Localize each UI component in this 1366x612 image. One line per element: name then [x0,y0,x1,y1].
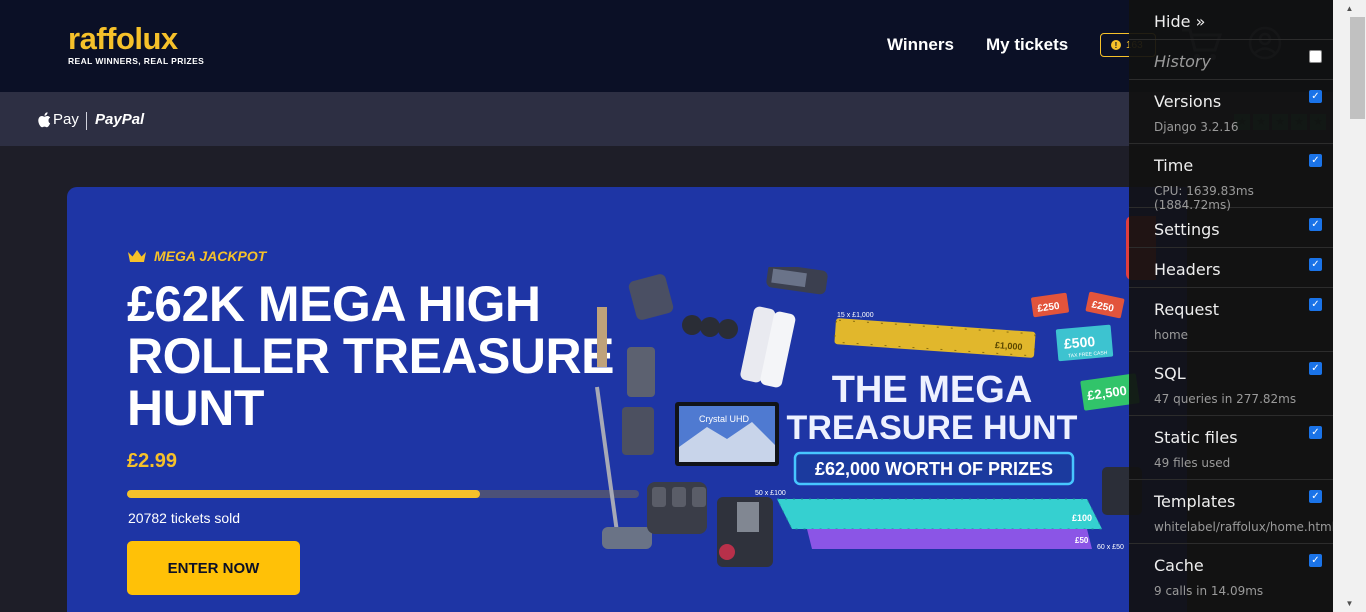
ticket-price: £2.99 [127,450,178,472]
payment-divider [86,112,87,130]
panel-toggle-checkbox[interactable]: ✓ [1309,218,1322,231]
label-15x1000: 15 x £1,000 [837,312,874,319]
debug-panel-title: Templates [1154,492,1236,511]
debug-panel-title: Static files [1154,428,1238,447]
ticket-stack-1000: £1,000 [834,318,1036,358]
debug-panel-headers[interactable]: Headers ✓ [1129,248,1333,288]
panel-toggle-checkbox[interactable]: ✓ [1309,554,1322,567]
debug-panel-subtitle: Django 3.2.16 [1154,120,1239,134]
debug-panel-versions[interactable]: Versions Django 3.2.16 ✓ [1129,80,1333,144]
competition-title: £62K MEGA HIGH ROLLER TREASURE HUNT [127,276,614,436]
nav-winners-link[interactable]: Winners [887,35,954,55]
ticket-stack-100: £100 [776,498,1103,530]
panel-toggle-checkbox[interactable]: ✓ [1309,258,1322,271]
enter-now-button[interactable]: ENTER NOW [127,541,300,595]
debug-panel-subtitle: 49 files used [1154,456,1231,470]
page-scrollbar[interactable]: ▲ ▼ [1333,0,1366,612]
debug-panel-settings[interactable]: Settings ✓ [1129,208,1333,248]
debug-panel-subtitle: 9 calls in 14.09ms [1154,584,1264,598]
tv-label: Crystal UHD [699,414,750,424]
debug-panel-subtitle: whitelabel/raffolux/home.html [1154,520,1336,534]
ticket-500: £500 TAX FREE CASH [1055,324,1114,362]
ticket-250a: £250 [1031,292,1069,318]
debug-panel-title: History [1154,52,1211,71]
debug-hide-button[interactable]: Hide » [1154,12,1205,31]
panel-toggle-checkbox[interactable]: ✓ [1309,426,1322,439]
ticket-stack-50: £50 [807,529,1092,549]
debug-panel-cache[interactable]: Cache 9 calls in 14.09ms ✓ [1129,544,1333,612]
debug-hide-row[interactable]: Hide » [1129,0,1333,40]
scroll-thumb[interactable] [1350,17,1365,119]
panel-toggle-checkbox[interactable] [1309,50,1322,63]
debug-panel-subtitle: 47 queries in 277.82ms [1154,392,1297,406]
debug-panel-request[interactable]: Request home ✓ [1129,288,1333,352]
scroll-up-arrow-icon[interactable]: ▲ [1333,0,1366,17]
debug-panel-sql[interactable]: SQL 47 queries in 277.82ms ✓ [1129,352,1333,416]
logo-tagline: REAL WINNERS, REAL PRIZES [68,56,205,66]
ticket-500-label: £500 [1063,333,1096,352]
coin-icon: ! [1111,40,1121,50]
apple-icon [38,112,51,128]
tickets-sold-count: 20782 tickets sold [128,510,241,526]
badge-label: MEGA JACKPOT [154,248,267,264]
debug-panel-title: SQL [1154,364,1186,383]
debug-panel-title: Time [1154,156,1194,175]
debug-panel-subtitle: home [1154,328,1189,342]
debug-panel-history[interactable]: History [1129,40,1333,80]
ticket-250b: £250 [1085,291,1125,319]
ticket-50-label: £50 [1075,536,1089,545]
art-headline-2: TREASURE HUNT [787,409,1078,447]
prize-total-text: £62,000 WORTH OF PRIZES [815,459,1053,479]
prize-artwork[interactable]: Crystal UHD 15 x £1,000 £1,000 £250 £250 [567,267,1187,612]
mega-jackpot-badge: MEGA JACKPOT [127,248,266,264]
ticket-1000-label: £1,000 [995,340,1023,352]
nav-my-tickets-link[interactable]: My tickets [986,35,1068,55]
label-50x100: 50 x £100 [755,490,786,497]
debug-panel-static-files[interactable]: Static files 49 files used ✓ [1129,416,1333,480]
debug-toolbar: Hide » History Versions Django 3.2.16 ✓ … [1129,0,1336,612]
tickets-progress-bar [127,490,639,498]
art-headline-1: THE MEGA [832,369,1033,411]
label-60x50: 60 x £50 [1097,544,1124,551]
paypal-label: PayPal [95,111,145,128]
panel-toggle-checkbox[interactable]: ✓ [1309,298,1322,311]
debug-panel-title: Versions [1154,92,1222,111]
panel-toggle-checkbox[interactable]: ✓ [1309,490,1322,503]
logo-wordmark: raffolux [68,21,178,56]
panel-toggle-checkbox[interactable]: ✓ [1309,154,1322,167]
crown-icon [128,250,146,262]
debug-panel-title: Cache [1154,556,1204,575]
panel-toggle-checkbox[interactable]: ✓ [1309,362,1322,375]
hero-banner: MEGA JACKPOT £62K MEGA HIGH ROLLER TREAS… [67,187,1187,612]
progress-fill [127,490,481,498]
debug-panel-title: Request [1154,300,1219,319]
debug-panel-title: Headers [1154,260,1221,279]
panel-toggle-checkbox[interactable]: ✓ [1309,90,1322,103]
apple-pay-label: Pay [53,111,79,128]
ticket-100-label: £100 [1072,513,1092,523]
raffolux-logo[interactable]: raffolux REAL WINNERS, REAL PRIZES [68,21,205,66]
debug-panel-time[interactable]: Time CPU: 1639.83ms (1884.72ms) ✓ [1129,144,1333,212]
debug-panel-title: Settings [1154,220,1220,239]
debug-panel-templates[interactable]: Templates whitelabel/raffolux/home.html … [1129,480,1336,544]
scroll-down-arrow-icon[interactable]: ▼ [1333,595,1366,612]
